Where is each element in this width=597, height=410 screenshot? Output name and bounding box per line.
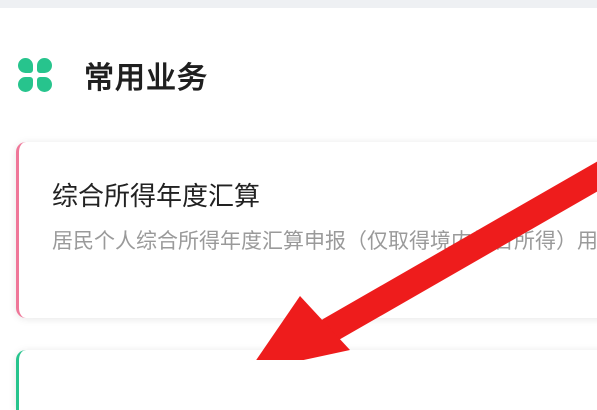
section-title: 常用业务 [84, 61, 208, 96]
card-description: 居民个人综合所得年度汇算申报（仅取得境内综合所得）用） [52, 229, 597, 253]
grid-clover-icon [18, 58, 52, 92]
top-background-band [0, 0, 597, 8]
card-title: 综合所得年度汇算 [52, 182, 261, 212]
next-card[interactable] [16, 350, 597, 410]
annual-settlement-card[interactable]: 综合所得年度汇算 居民个人综合所得年度汇算申报（仅取得境内综合所得）用） [16, 142, 597, 318]
section-header: 常用业务 [18, 50, 208, 100]
